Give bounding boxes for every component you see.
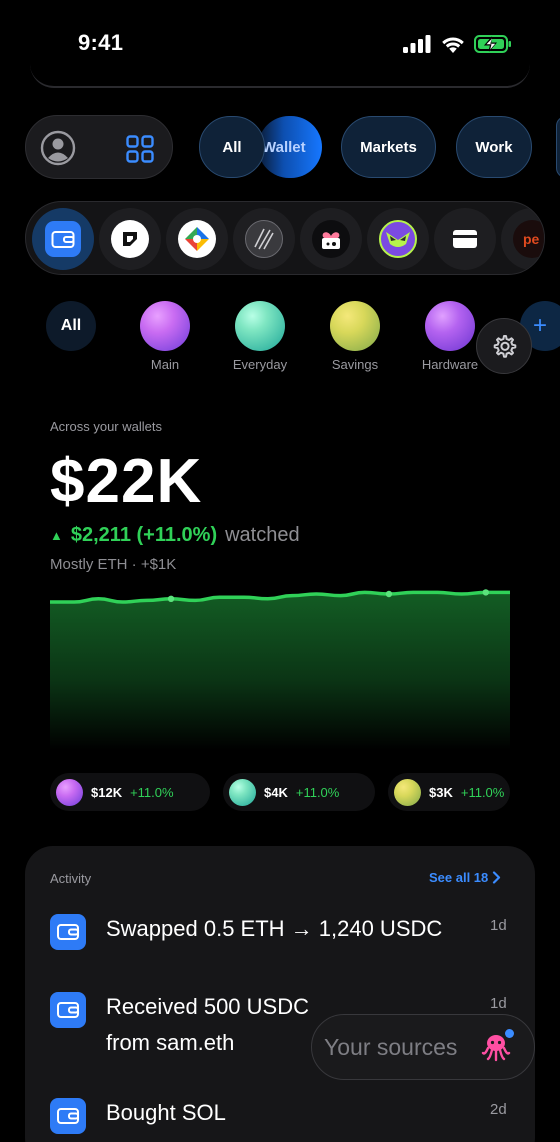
- group-hardware-avatar[interactable]: [425, 301, 475, 351]
- plus-icon: +: [532, 312, 547, 339]
- change-suffix: watched: [225, 524, 300, 546]
- partial-app-icon: pe: [523, 231, 540, 247]
- activity-item-title[interactable]: Bought SOL: [106, 1095, 226, 1131]
- total-balance: $22K: [50, 447, 203, 516]
- group-everyday-label: Everyday: [232, 357, 288, 372]
- breakdown-amount: $12K: [91, 784, 123, 800]
- app-brand[interactable]: [99, 208, 161, 270]
- wallet-icon: [57, 1108, 79, 1124]
- filter-chip-work[interactable]: Work: [456, 116, 532, 178]
- chart-marker: [482, 589, 489, 596]
- breakdown-amount: $4K: [264, 784, 288, 800]
- wallet-app-icon: [51, 231, 75, 248]
- stripes-app-icon: [254, 228, 274, 250]
- breakdown-pct: +11.0%: [460, 784, 505, 800]
- wallet-icon: [57, 924, 79, 940]
- chart-marker: [167, 595, 175, 602]
- filter-chip-all[interactable]: All: [199, 116, 265, 178]
- view-toggle[interactable]: [25, 115, 173, 179]
- settings-button[interactable]: [476, 318, 532, 374]
- app-owl[interactable]: [367, 208, 429, 270]
- grid-view-icon[interactable]: [126, 135, 154, 163]
- activity-item-time: 1d: [490, 917, 507, 934]
- activity-item-time: 2d: [490, 1101, 507, 1118]
- status-time: 9:41: [78, 30, 124, 55]
- app-stripes[interactable]: [233, 208, 295, 270]
- group-savings-avatar[interactable]: [330, 301, 380, 351]
- balance-change: ▲ $2,211 (+11.0%) watched: [50, 524, 300, 547]
- activity-wallet-icon: [50, 992, 86, 1028]
- group-all[interactable]: All: [46, 301, 96, 351]
- see-all-link[interactable]: See all 18: [429, 870, 501, 885]
- app-wallet[interactable]: [32, 208, 94, 270]
- breakdown-everyday-dot: [229, 778, 256, 806]
- chart-marker: [385, 590, 393, 598]
- chart-area: [50, 592, 510, 750]
- filter-chip-markets[interactable]: Markets: [341, 116, 436, 178]
- battery-charging-icon: [474, 35, 511, 53]
- see-all-label: See all 18: [429, 870, 489, 885]
- card-app-icon: [453, 230, 477, 248]
- activity-item-time: 1d: [490, 995, 507, 1012]
- wallet-icon: [57, 1002, 79, 1018]
- activity-item-title[interactable]: Swapped 0.5 ETH → 1,240 USDC: [106, 911, 442, 947]
- owl-app-icon: [386, 232, 410, 247]
- group-savings-label: Savings: [331, 357, 379, 372]
- breakdown-savings-dot: [394, 778, 421, 806]
- wifi-icon: [442, 37, 464, 53]
- wallet-apps-row: pe: [25, 201, 545, 275]
- filter-chip-wallet[interactable]: Wallet: [258, 116, 322, 178]
- breakdown-pill-savings[interactable]: $3K +11.0%: [388, 773, 510, 811]
- breakdown-pill-everyday[interactable]: $4K +11.0%: [223, 773, 375, 811]
- up-triangle-icon: ▲: [50, 528, 63, 543]
- group-everyday-avatar[interactable]: [235, 301, 285, 351]
- brand-app-icon: [123, 232, 137, 246]
- breakdown-pill-main[interactable]: $12K +11.0%: [50, 773, 210, 811]
- activity-title: Activity: [50, 871, 92, 886]
- filter-chip-more[interactable]: [556, 116, 560, 178]
- activity-item-title[interactable]: Received 500 USDC: [106, 989, 309, 1025]
- balance-caption: Across your wallets: [50, 419, 162, 434]
- breakdown-main-dot: [56, 778, 83, 806]
- breakdown-amount: $3K: [429, 784, 453, 800]
- balance-subtitle: Mostly ETH · +$1K: [50, 556, 177, 573]
- breakdown-pct: +11.0%: [130, 784, 174, 800]
- notification-dot: [505, 1029, 514, 1038]
- colorful-app-icon: [185, 227, 209, 251]
- balance-chart: [50, 589, 510, 750]
- activity-wallet-icon: [50, 1098, 86, 1134]
- gear-icon: [493, 335, 517, 358]
- activity-wallet-icon: [50, 914, 86, 950]
- app-heart-wallet[interactable]: [300, 208, 362, 270]
- profile-icon[interactable]: [40, 130, 76, 166]
- activity-item-subtitle: from sam.eth: [106, 1030, 235, 1055]
- group-main-label: Main: [150, 357, 180, 372]
- app-card[interactable]: [434, 208, 496, 270]
- group-main-avatar[interactable]: [140, 301, 190, 351]
- status-icons: [402, 34, 512, 54]
- your-sources-label: Your sources: [324, 1033, 458, 1060]
- app-colorful[interactable]: [166, 208, 228, 270]
- heart-wallet-app-icon: [322, 232, 340, 249]
- change-value: $2,211 (+11.0%): [70, 524, 218, 546]
- your-sources-button[interactable]: Your sources: [311, 1014, 535, 1080]
- breakdown-pct: +11.0%: [295, 784, 340, 800]
- signal-icon: [403, 35, 431, 53]
- app-partial[interactable]: pe: [501, 208, 544, 270]
- chevron-right-icon: [493, 871, 501, 884]
- collapsed-search-bar[interactable]: [30, 60, 530, 88]
